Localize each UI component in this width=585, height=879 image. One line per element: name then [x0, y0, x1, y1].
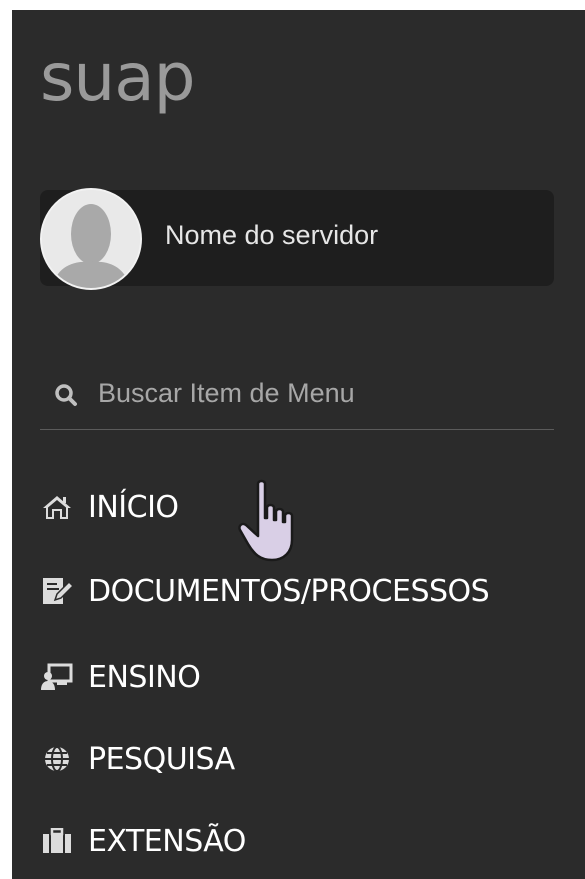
search-input[interactable] — [98, 373, 538, 413]
menu-item-label: PESQUISA — [88, 741, 235, 777]
menu-item-label: INÍCIO — [88, 489, 179, 525]
menu-item-label: DOCUMENTOS/PROCESSOS — [88, 573, 490, 609]
menu-item-pesquisa[interactable]: PESQUISA — [40, 735, 235, 783]
home-icon — [40, 490, 74, 524]
user-name[interactable]: Nome do servidor — [165, 220, 378, 251]
globe-icon — [40, 742, 74, 776]
user-card[interactable]: Nome do servidor — [40, 188, 554, 290]
avatar — [40, 188, 142, 290]
menu-item-label: EXTENSÃO — [88, 823, 246, 859]
sidebar: suap Nome do servidor INÍ — [12, 10, 585, 879]
suap-logo[interactable]: suap — [40, 38, 196, 118]
avatar-silhouette-icon — [42, 190, 140, 288]
hand-pointer-cursor-icon — [238, 478, 302, 569]
menu-search — [40, 365, 554, 430]
teacher-board-icon — [40, 660, 74, 694]
menu-item-extensao[interactable]: EXTENSÃO — [40, 817, 246, 865]
menu-item-label: ENSINO — [88, 659, 201, 695]
search-icon — [54, 383, 78, 412]
briefcase-icon — [40, 824, 74, 858]
menu-item-inicio[interactable]: INÍCIO — [40, 483, 179, 531]
menu-item-documentos-processos[interactable]: DOCUMENTOS/PROCESSOS — [40, 567, 490, 615]
menu-item-ensino[interactable]: ENSINO — [40, 653, 201, 701]
document-edit-icon — [40, 574, 74, 608]
